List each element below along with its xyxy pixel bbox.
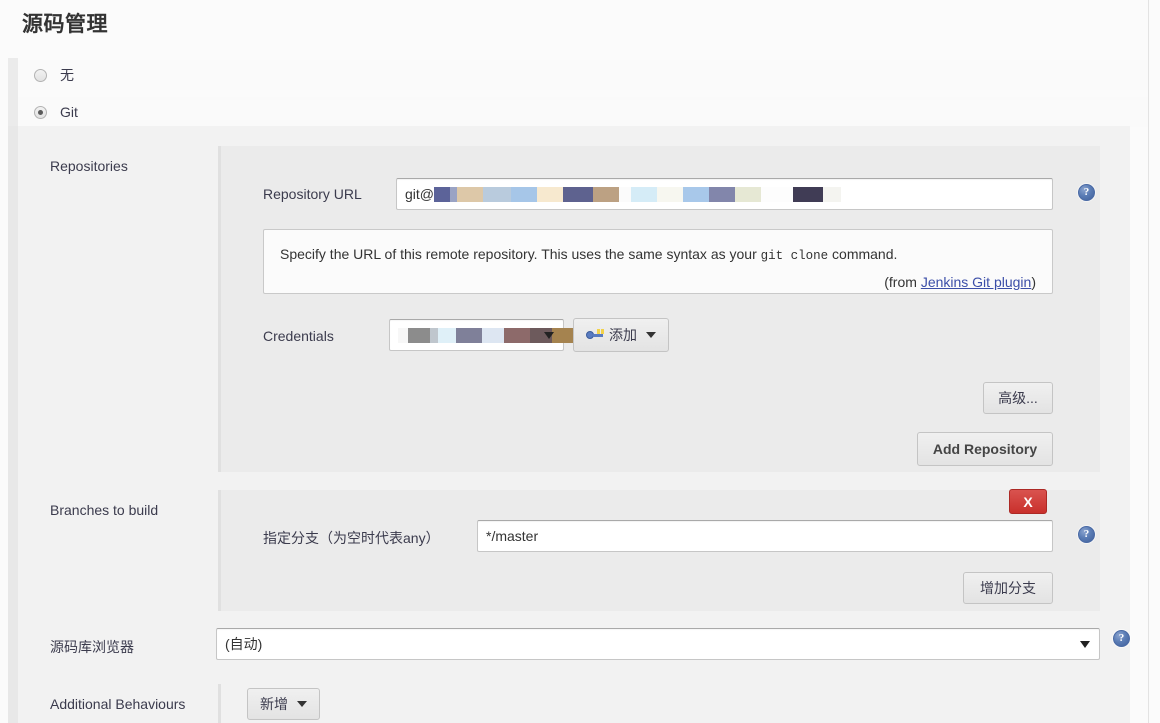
right-edge-divider <box>1148 0 1160 723</box>
additional-behaviours-panel: 新增 <box>218 684 1100 723</box>
branch-spec-value: */master <box>486 528 539 544</box>
help-text-1: Specify the URL of this remote repositor… <box>280 246 761 262</box>
delete-branch-button[interactable]: X <box>1009 489 1047 514</box>
help-from-suffix: ) <box>1031 273 1036 290</box>
advanced-label: 高级... <box>998 390 1038 406</box>
repositories-panel: Repository URL git@ ? Specify the URL of… <box>218 146 1100 472</box>
left-rail-radios <box>8 58 18 126</box>
credentials-select[interactable] <box>389 319 574 351</box>
repository-url-help-icon[interactable]: ? <box>1078 184 1095 201</box>
branches-row-label: Branches to build <box>50 502 159 518</box>
add-credentials-label: 添加 <box>609 327 637 343</box>
left-rail-body <box>8 126 18 723</box>
credentials-label: Credentials <box>263 328 334 344</box>
add-behaviour-button[interactable]: 新增 <box>247 688 320 720</box>
branch-spec-label: 指定分支（为空时代表any） <box>263 530 440 546</box>
additional-behaviours-row-label: Additional Behaviours <box>50 696 186 712</box>
key-icon <box>586 329 604 341</box>
radio-git-label: Git <box>60 104 78 120</box>
branch-spec-input[interactable]: */master <box>477 520 1053 552</box>
scm-configuration-page: 源码管理 无 Git Repositories Repository URL g… <box>0 0 1160 723</box>
page-title: 源码管理 <box>22 13 108 36</box>
repository-url-label: Repository URL <box>263 186 362 202</box>
add-repository-button[interactable]: Add Repository <box>917 432 1053 466</box>
help-from-prefix: (from <box>884 273 921 290</box>
chevron-down-icon <box>646 332 656 338</box>
delete-branch-label: X <box>1023 493 1033 510</box>
add-behaviour-label: 新增 <box>260 696 288 712</box>
repositories-row-label: Repositories <box>50 158 128 174</box>
scm-option-none[interactable]: 无 <box>18 60 1148 90</box>
radio-none-input[interactable] <box>34 68 47 82</box>
add-branch-label: 增加分支 <box>980 580 1036 596</box>
radio-git-input[interactable] <box>34 105 47 119</box>
repository-browser-help-icon[interactable]: ? <box>1113 630 1130 647</box>
advanced-button[interactable]: 高级... <box>983 382 1053 414</box>
radio-none-label: 无 <box>60 67 74 83</box>
repository-url-help-box: Specify the URL of this remote repositor… <box>263 229 1053 294</box>
repository-url-prefix: git@ <box>405 186 434 202</box>
add-branch-button[interactable]: 增加分支 <box>963 572 1053 604</box>
add-repository-label: Add Repository <box>932 441 1038 457</box>
chevron-down-icon <box>1080 641 1090 648</box>
branch-spec-help-icon[interactable]: ? <box>1078 526 1095 543</box>
add-credentials-button[interactable]: 添加 <box>573 318 669 352</box>
scm-option-git[interactable]: Git <box>18 97 1148 127</box>
chevron-down-icon <box>544 332 554 339</box>
repository-browser-row-label: 源码库浏览器 <box>50 639 134 655</box>
branches-panel: X 指定分支（为空时代表any） */master ? 增加分支 <box>218 489 1100 611</box>
jenkins-git-plugin-link[interactable]: Jenkins Git plugin <box>921 274 1032 290</box>
repository-browser-value: (自动) <box>225 636 263 652</box>
repository-browser-select[interactable]: (自动) <box>216 628 1100 660</box>
help-mono-git-clone: git clone <box>760 249 829 263</box>
help-text-2: command. <box>828 246 898 262</box>
repository-url-input[interactable]: git@ <box>396 178 1053 210</box>
chevron-down-icon <box>297 701 307 707</box>
repository-url-redacted-value <box>434 186 841 202</box>
scm-git-body: Repositories Repository URL git@ ? Speci… <box>18 126 1130 723</box>
